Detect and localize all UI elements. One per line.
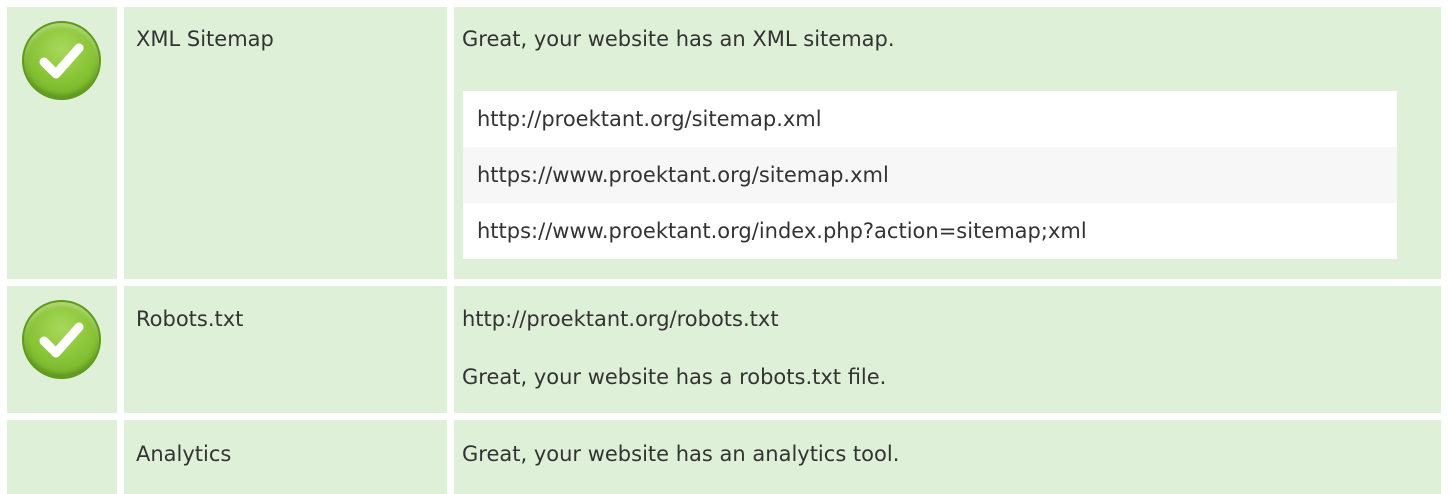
value-cell: http://proektant.org/robots.txt Great, y… (454, 286, 1441, 413)
sitemap-url: https://www.proektant.org/index.php?acti… (463, 203, 1397, 259)
label-cell: Robots.txt (124, 286, 447, 413)
status-cell (7, 420, 117, 494)
check-label: XML Sitemap (136, 27, 274, 51)
check-circle-icon (22, 300, 101, 379)
check-row-analytics: Analytics Great, your website has an ana… (0, 420, 1448, 494)
check-label: Analytics (136, 442, 232, 466)
value-cell: Great, your website has an XML sitemap. … (454, 7, 1441, 279)
sitemap-url: http://proektant.org/sitemap.xml (463, 91, 1397, 147)
label-cell: Analytics (124, 420, 447, 494)
robots-url: http://proektant.org/robots.txt (462, 307, 779, 331)
value-cell: Great, your website has an analytics too… (454, 420, 1441, 494)
check-row-robots-txt: Robots.txt http://proektant.org/robots.t… (0, 286, 1448, 413)
sitemap-url: https://www.proektant.org/sitemap.xml (463, 147, 1397, 203)
status-cell (7, 7, 117, 279)
sitemap-url-list: http://proektant.org/sitemap.xml https:/… (463, 91, 1397, 259)
check-label: Robots.txt (136, 307, 244, 331)
check-message: Great, your website has a robots.txt fil… (462, 365, 887, 389)
status-cell (7, 286, 117, 413)
check-circle-icon (22, 21, 101, 100)
check-row-xml-sitemap: XML Sitemap Great, your website has an X… (0, 7, 1448, 279)
label-cell: XML Sitemap (124, 7, 447, 279)
check-message: Great, your website has an analytics too… (462, 442, 900, 466)
check-message: Great, your website has an XML sitemap. (462, 27, 895, 51)
